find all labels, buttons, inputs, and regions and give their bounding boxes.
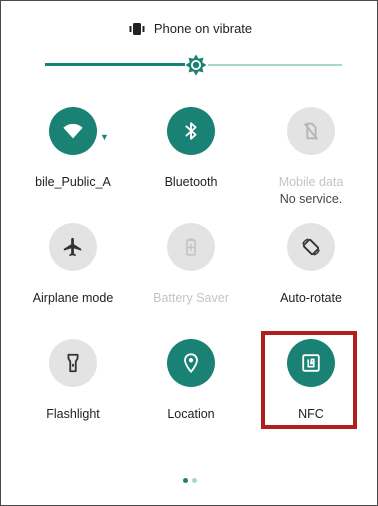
flashlight-tile-button[interactable] [49, 339, 97, 387]
vibrate-icon [128, 22, 146, 36]
page-indicator [1, 478, 378, 483]
brightness-icon[interactable] [184, 53, 208, 77]
nfc-highlight-box [261, 331, 357, 429]
page-dot[interactable] [192, 478, 197, 483]
tile-label: Location [167, 407, 215, 421]
tile-mobile-data: Mobile data No service. [248, 107, 374, 206]
tile-location[interactable]: Location [128, 339, 254, 421]
location-icon [184, 353, 198, 374]
tile-sublabel: No service. [279, 192, 343, 206]
flashlight-icon [67, 353, 79, 373]
wifi-tile-button[interactable] [49, 107, 97, 155]
bluetooth-tile-button[interactable] [167, 107, 215, 155]
chevron-down-icon[interactable]: ▼ [100, 132, 109, 142]
bluetooth-icon [185, 122, 197, 140]
airplane-icon [63, 237, 82, 257]
battery-saver-tile-button [167, 223, 215, 271]
tile-label: Battery Saver [153, 291, 229, 305]
tile-flashlight[interactable]: Flashlight [10, 339, 136, 421]
battery-icon [186, 238, 196, 256]
brightness-slider[interactable] [45, 54, 342, 76]
tile-label: Bluetooth [164, 175, 218, 189]
page-dot[interactable] [183, 478, 188, 483]
mobile-data-off-icon [303, 122, 319, 140]
tile-label: Mobile data [278, 175, 344, 189]
quick-settings-panel: Phone on vibrate bile_Public_A ▼ Bluetoo… [0, 0, 378, 506]
airplane-tile-button[interactable] [49, 223, 97, 271]
tile-auto-rotate[interactable]: Auto-rotate [248, 223, 374, 305]
tile-airplane[interactable]: Airplane mode [10, 223, 136, 305]
tile-label: bile_Public_A [35, 175, 111, 189]
status-line: Phone on vibrate [1, 21, 378, 36]
tile-battery-saver: Battery Saver [128, 223, 254, 305]
location-tile-button[interactable] [167, 339, 215, 387]
tile-label: Airplane mode [32, 291, 114, 305]
brightness-slider-track [208, 64, 342, 66]
rotate-icon [302, 238, 320, 256]
brightness-slider-fill [45, 63, 196, 66]
tile-bluetooth[interactable]: Bluetooth [128, 107, 254, 189]
mobile-data-tile-button [287, 107, 335, 155]
wifi-icon [63, 123, 83, 139]
tile-label: Auto-rotate [280, 291, 342, 305]
auto-rotate-tile-button[interactable] [287, 223, 335, 271]
status-text: Phone on vibrate [153, 21, 253, 36]
tile-wifi[interactable]: bile_Public_A [10, 107, 136, 189]
tile-label: Flashlight [46, 407, 100, 421]
